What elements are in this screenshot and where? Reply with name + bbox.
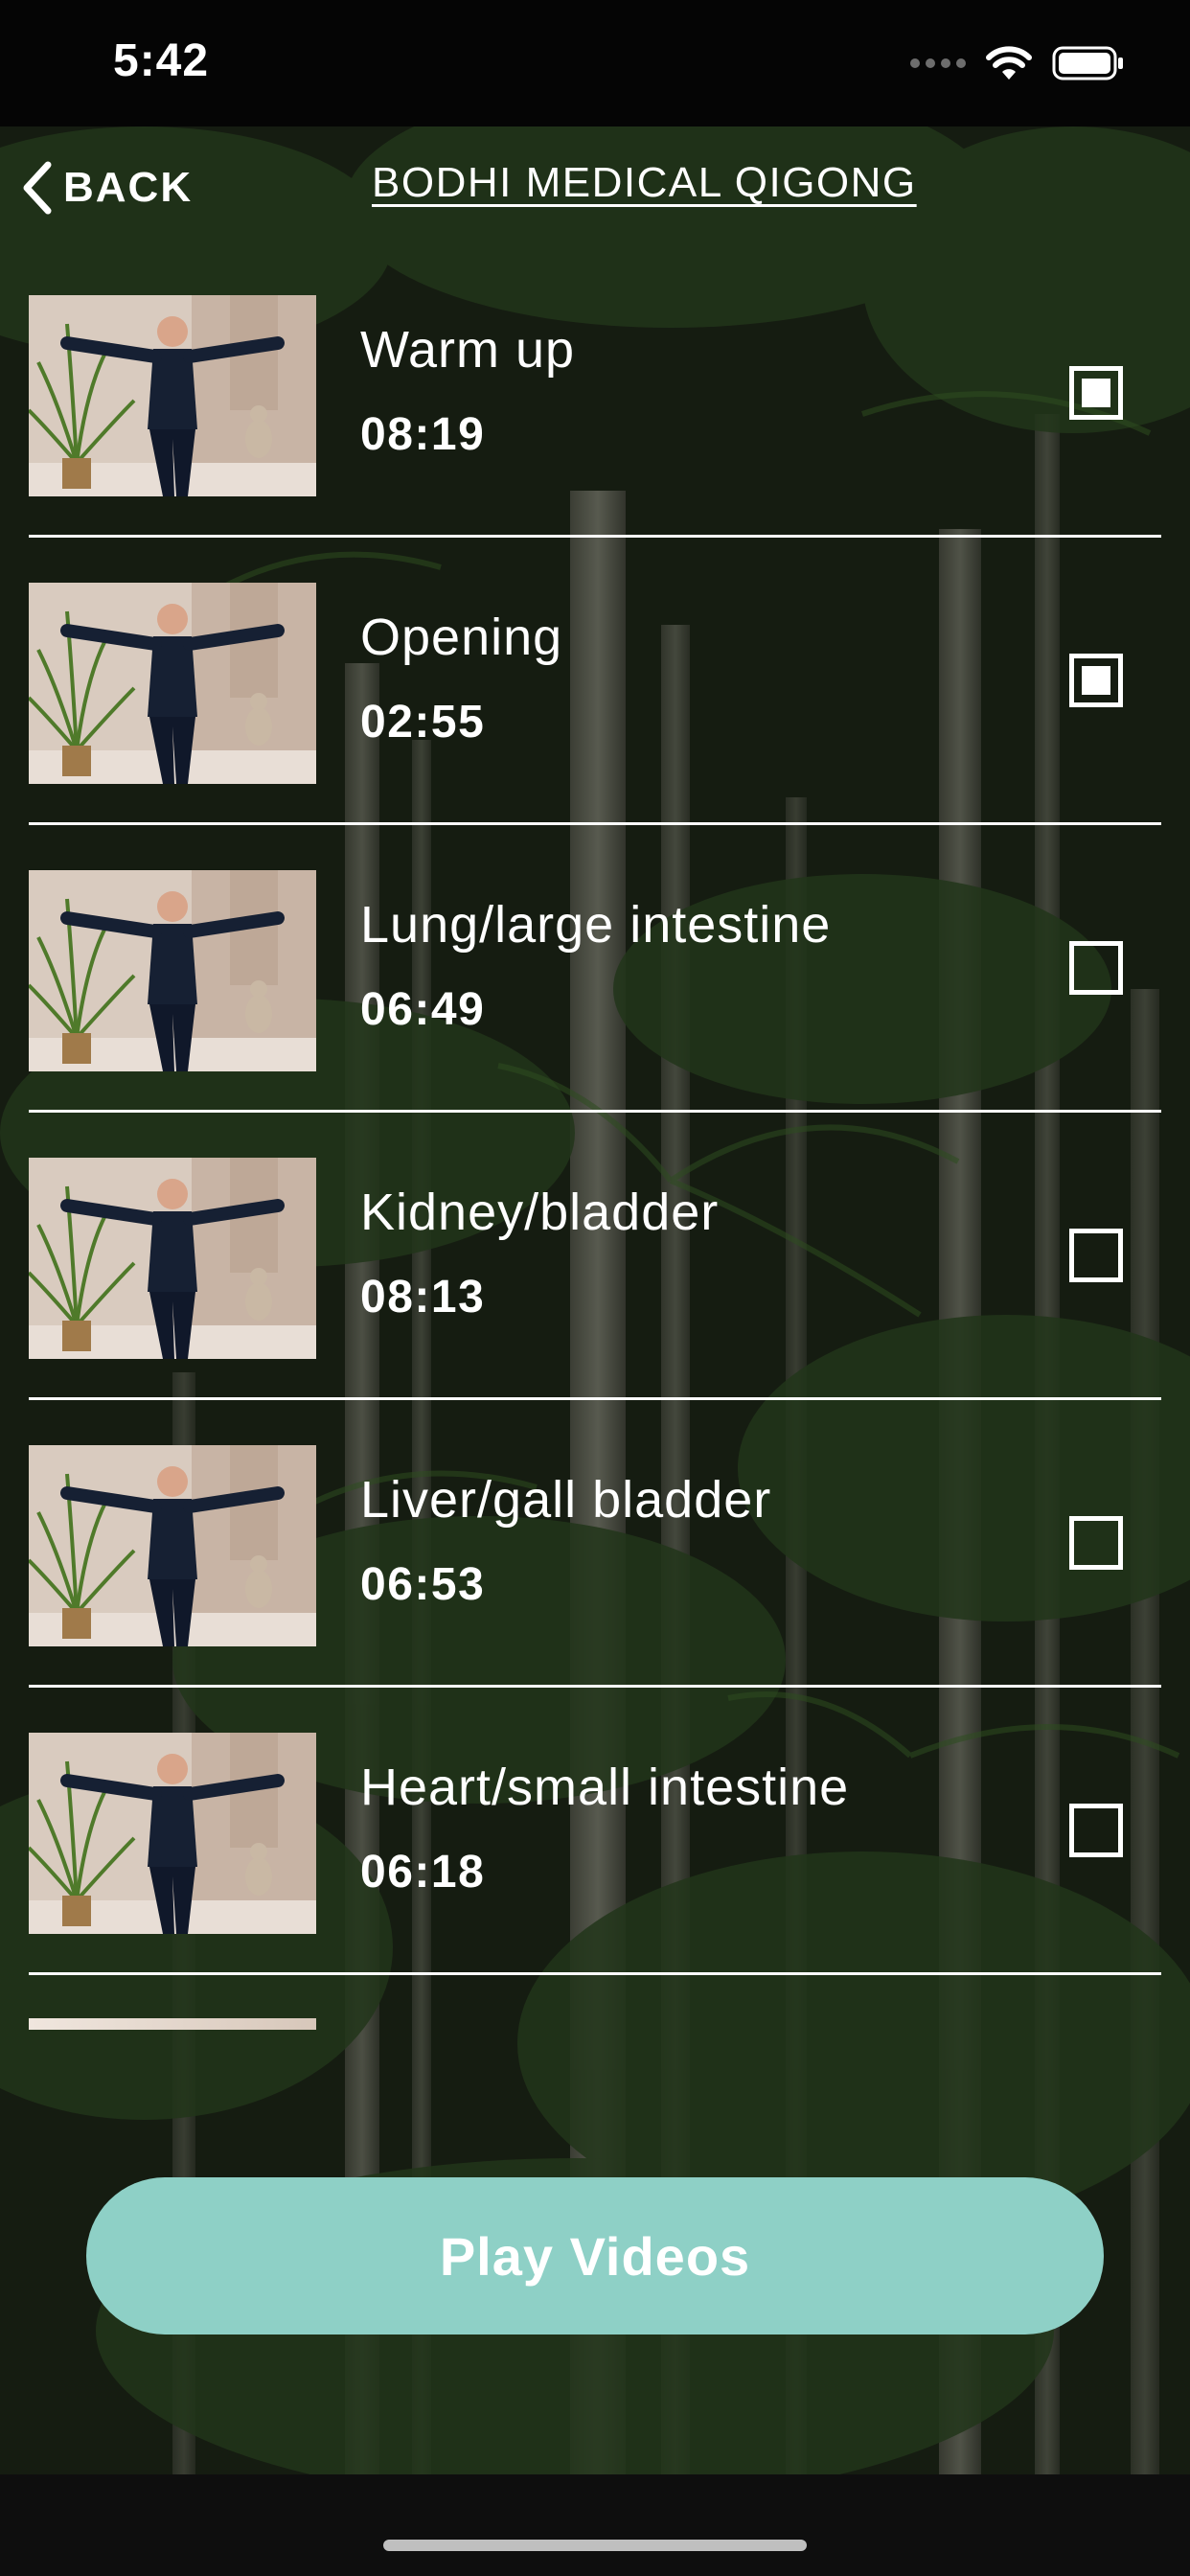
video-thumbnail[interactable] [29, 1733, 316, 1934]
video-row-6[interactable]: Heart/small intestine 06:18 [0, 1725, 1190, 2012]
row-divider [29, 1110, 1161, 1113]
video-thumbnail[interactable] [29, 1445, 316, 1646]
video-row-4[interactable]: Kidney/bladder 08:13 [0, 1150, 1190, 1438]
video-title: Warm up [360, 321, 576, 379]
video-checkbox[interactable] [1069, 1804, 1123, 1857]
wifi-icon [985, 45, 1033, 81]
video-checkbox[interactable] [1069, 941, 1123, 995]
row-divider [29, 822, 1161, 825]
video-duration: 06:18 [360, 1847, 486, 1898]
signal-dots-icon [910, 58, 966, 68]
home-bar [0, 2474, 1190, 2576]
back-label: BACK [63, 164, 194, 211]
video-row-3[interactable]: Lung/large intestine 06:49 [0, 862, 1190, 1150]
video-title: Opening [360, 609, 563, 666]
video-checkbox[interactable] [1069, 1229, 1123, 1282]
row-divider [29, 1685, 1161, 1688]
play-videos-button[interactable]: Play Videos [86, 2177, 1104, 2334]
status-bar: 5:42 [0, 0, 1190, 126]
checkbox-check [1082, 379, 1110, 407]
status-time: 5:42 [113, 35, 210, 86]
battery-icon [1052, 45, 1125, 81]
video-checkbox-checked[interactable] [1069, 654, 1123, 707]
status-icons [910, 44, 1125, 82]
video-thumbnail[interactable] [29, 1158, 316, 1359]
video-title: Lung/large intestine [360, 896, 832, 954]
video-title: Liver/gall bladder [360, 1471, 772, 1529]
video-duration: 06:49 [360, 984, 486, 1035]
video-thumbnail[interactable] [29, 870, 316, 1071]
video-thumbnail[interactable] [29, 295, 316, 496]
video-row-2[interactable]: Opening 02:55 [0, 575, 1190, 862]
video-title: Heart/small intestine [360, 1759, 850, 1816]
video-duration: 08:19 [360, 409, 486, 460]
video-thumbnail[interactable] [29, 583, 316, 784]
video-checkbox[interactable] [1069, 1516, 1123, 1570]
row-divider [29, 1972, 1161, 1975]
page-title[interactable]: BODHI MEDICAL QIGONG [372, 159, 917, 207]
video-duration: 08:13 [360, 1272, 486, 1322]
video-checkbox-checked[interactable] [1069, 366, 1123, 420]
chevron-left-icon [23, 161, 52, 215]
video-duration: 06:53 [360, 1559, 486, 1610]
home-indicator[interactable] [383, 2540, 807, 2551]
row-divider [29, 1397, 1161, 1400]
video-duration: 02:55 [360, 697, 486, 748]
video-row-5[interactable]: Liver/gall bladder 06:53 [0, 1438, 1190, 1725]
video-row-1[interactable]: Warm up 08:19 [0, 288, 1190, 575]
video-title: Kidney/bladder [360, 1184, 720, 1241]
checkbox-check [1082, 666, 1110, 695]
partial-video-thumbnail[interactable] [29, 2018, 316, 2030]
back-button[interactable]: BACK [17, 159, 193, 217]
row-divider [29, 535, 1161, 538]
